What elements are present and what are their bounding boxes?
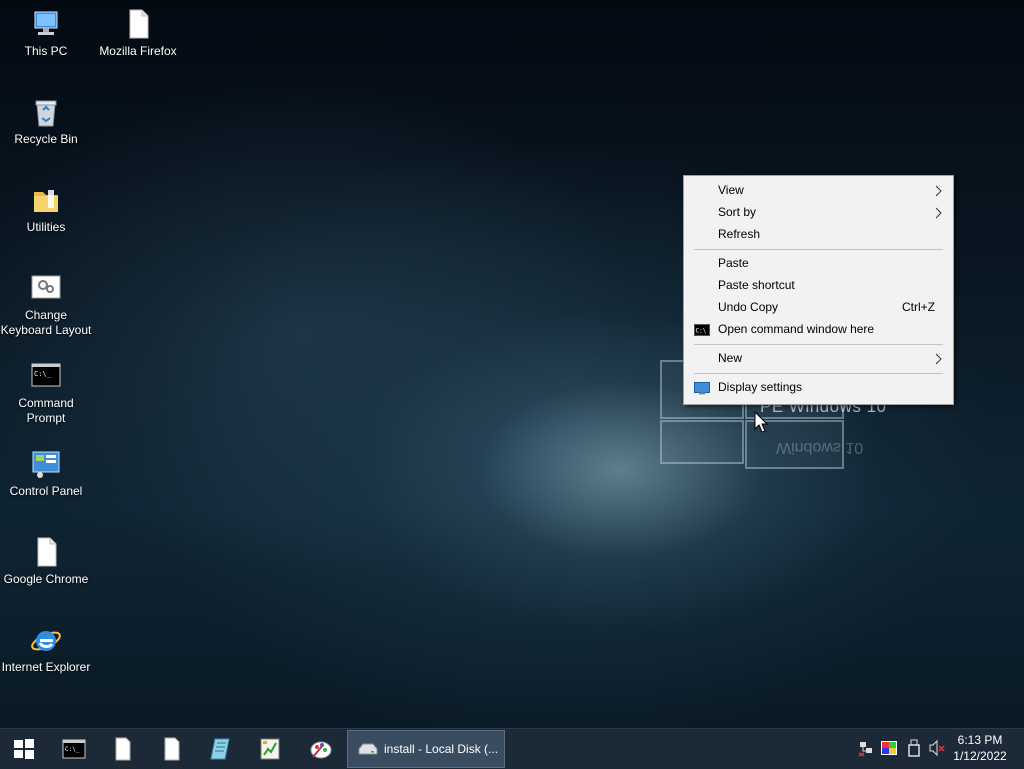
notepad-icon	[210, 738, 230, 760]
chevron-right-icon	[935, 185, 942, 197]
icon-label: Control Panel	[9, 484, 83, 498]
chevron-right-icon	[935, 207, 942, 219]
taskbar: C:\_ install - Local Disk (... 6:13 PM 1…	[0, 728, 1024, 769]
svg-text:C:\: C:\	[696, 328, 707, 335]
internet-explorer-icon	[30, 624, 62, 656]
desktop-icon-recycle-bin[interactable]: Recycle Bin	[0, 96, 94, 147]
command-prompt-icon: C:\_	[30, 360, 62, 392]
menu-separator	[694, 249, 943, 250]
taskbar-active-window[interactable]: install - Local Disk (...	[347, 730, 505, 768]
taskbar-notepad[interactable]	[197, 729, 245, 769]
recycle-bin-icon	[30, 96, 62, 128]
desktop-icon-utilities[interactable]: Utilities	[0, 184, 94, 235]
blank-file-icon	[115, 737, 131, 761]
menu-item-new[interactable]: New	[684, 348, 953, 370]
svg-text:C:\_: C:\_	[34, 370, 52, 378]
desktop-icon-change-keyboard-layout[interactable]: Change Keyboard Layout	[0, 272, 94, 338]
taskbar-paint[interactable]	[297, 729, 345, 769]
desktop-context-menu: View Sort by Refresh Paste Paste shortcu…	[683, 175, 954, 405]
menu-item-undo-copy[interactable]: Undo Copy Ctrl+Z	[684, 297, 953, 319]
taskbar-file-2[interactable]	[148, 729, 196, 769]
control-panel-icon	[30, 448, 62, 480]
paint-icon	[310, 741, 332, 759]
desktop-icon-this-pc[interactable]: This PC	[0, 8, 94, 59]
spreadsheet-icon	[260, 738, 280, 760]
desktop-icon-internet-explorer[interactable]: Internet Explorer	[0, 624, 94, 675]
shortcut-hint: Ctrl+Z	[902, 300, 935, 314]
drive-icon	[358, 743, 378, 755]
desktop-icon-control-panel[interactable]: Control Panel	[0, 448, 94, 499]
icon-label: Change Keyboard Layout	[0, 308, 92, 337]
taskbar-command-prompt[interactable]: C:\_	[50, 729, 98, 769]
icon-label: Recycle Bin	[14, 132, 78, 146]
desktop-icon-mozilla-firefox[interactable]: Mozilla Firefox	[90, 8, 186, 59]
menu-item-sort-by[interactable]: Sort by	[684, 202, 953, 224]
usb-icon[interactable]	[905, 739, 923, 757]
keyboard-settings-icon	[30, 272, 62, 304]
icon-label: Internet Explorer	[1, 660, 91, 674]
command-prompt-icon: C:\_	[62, 739, 86, 759]
clock-time: 6:13 PM	[957, 733, 1003, 747]
menu-separator	[694, 344, 943, 345]
icon-label: Utilities	[26, 220, 66, 234]
menu-separator	[694, 373, 943, 374]
volume-muted-icon[interactable]	[928, 739, 946, 757]
color-icon[interactable]	[880, 739, 898, 757]
windows-start-icon	[14, 739, 34, 759]
chevron-right-icon	[935, 353, 942, 365]
wallpaper-text-reflection: Windows 10	[776, 439, 864, 456]
svg-text:C:\_: C:\_	[65, 746, 80, 753]
blank-file-icon	[30, 536, 62, 568]
desktop-icon-google-chrome[interactable]: Google Chrome	[0, 536, 94, 587]
start-button[interactable]	[0, 729, 48, 769]
menu-item-display-settings[interactable]: Display settings	[684, 377, 953, 399]
menu-item-open-command-window[interactable]: C:\ Open command window here	[684, 319, 953, 341]
blank-file-icon	[122, 8, 154, 40]
taskbar-clock[interactable]: 6:13 PM 1/12/2022	[950, 732, 1010, 764]
menu-item-view[interactable]: View	[684, 180, 953, 202]
desktop-icon-command-prompt[interactable]: C:\_ Command Prompt	[0, 360, 94, 426]
menu-item-paste[interactable]: Paste	[684, 253, 953, 275]
computer-icon	[30, 8, 62, 40]
taskbar-file-1[interactable]	[99, 729, 147, 769]
active-window-title: install - Local Disk (...	[384, 742, 499, 756]
icon-label: Command Prompt	[18, 396, 74, 425]
command-prompt-icon: C:\	[694, 324, 710, 336]
icon-label: This PC	[24, 44, 68, 58]
display-settings-icon	[694, 382, 710, 395]
mouse-cursor-icon	[754, 411, 768, 433]
taskbar-spreadsheet[interactable]	[246, 729, 294, 769]
folder-icon	[30, 184, 62, 216]
icon-label: Google Chrome	[3, 572, 89, 586]
desktop[interactable]: PE Windows 10 Windows 10 This PC Mozilla…	[0, 0, 1024, 728]
network-icon[interactable]	[857, 739, 875, 757]
icon-label: Mozilla Firefox	[99, 44, 177, 58]
menu-item-paste-shortcut[interactable]: Paste shortcut	[684, 275, 953, 297]
clock-date: 1/12/2022	[953, 749, 1007, 763]
blank-file-icon	[164, 737, 180, 761]
menu-item-refresh[interactable]: Refresh	[684, 224, 953, 246]
